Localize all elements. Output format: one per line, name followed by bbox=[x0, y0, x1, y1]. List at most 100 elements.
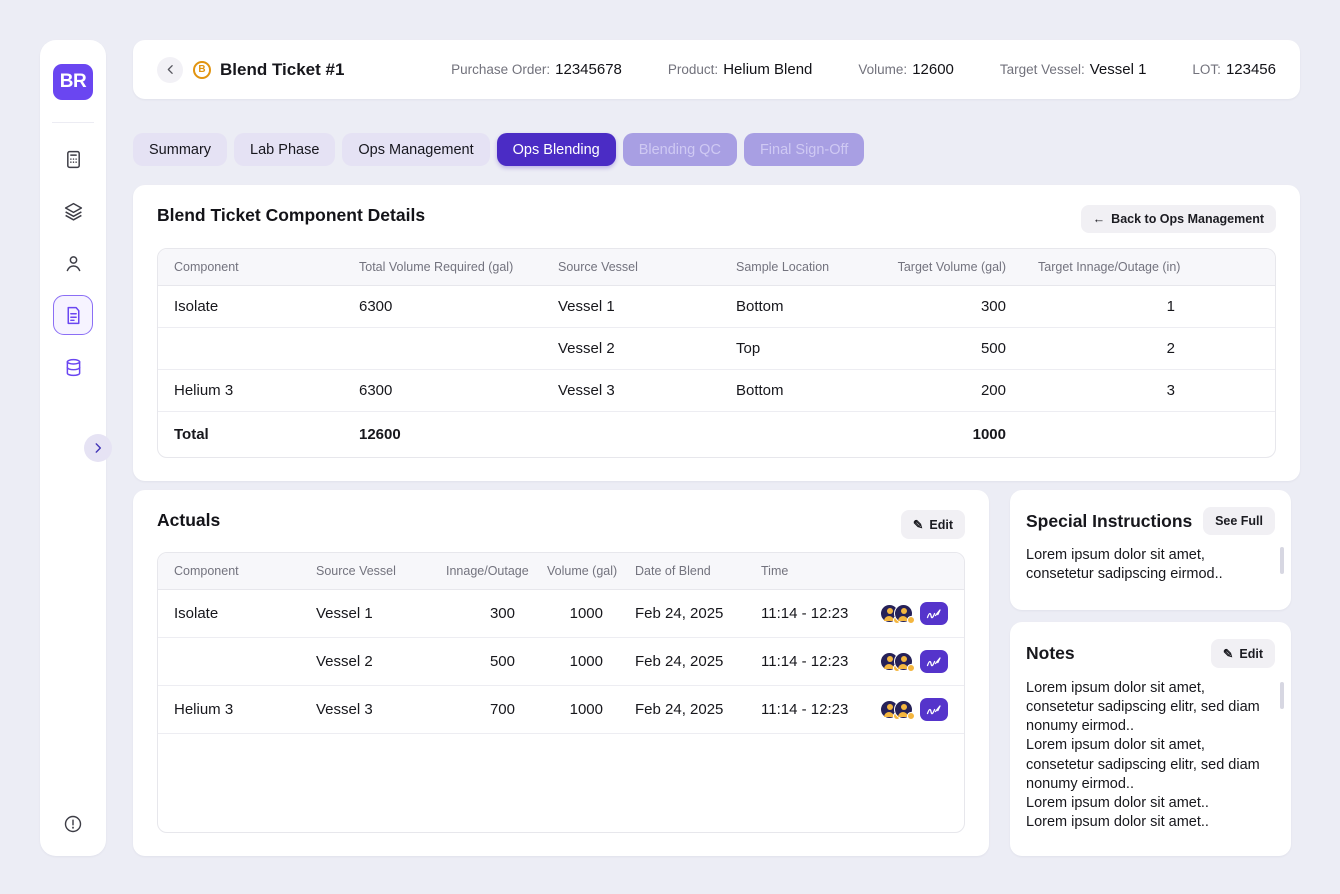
scrollbar-thumb[interactable] bbox=[1280, 682, 1284, 709]
field-value: Helium Blend bbox=[723, 61, 812, 78]
tab-blending-qc: Blending QC bbox=[623, 133, 737, 166]
notes-edit-button[interactable]: ✎ Edit bbox=[1211, 639, 1275, 668]
cell-component: Helium 3 bbox=[158, 686, 300, 734]
scrollbar-thumb[interactable] bbox=[1280, 547, 1284, 574]
component-details-title: Blend Ticket Component Details bbox=[157, 205, 425, 226]
tab-final-sign-off: Final Sign-Off bbox=[744, 133, 864, 166]
sidebar-item-user[interactable] bbox=[53, 243, 93, 283]
see-full-button[interactable]: See Full bbox=[1203, 507, 1275, 535]
table-header-row: Component Total Volume Required (gal) So… bbox=[158, 249, 1275, 286]
signature-icon bbox=[926, 608, 942, 620]
signature-button[interactable] bbox=[920, 602, 948, 625]
column-header: Target Volume (gal) bbox=[880, 249, 1022, 286]
avatar-badge bbox=[907, 664, 915, 672]
signature-icon bbox=[926, 704, 942, 716]
cell-sample-location: Top bbox=[720, 328, 880, 370]
field-label: Product: bbox=[668, 62, 718, 77]
cell-source-vessel: Vessel 1 bbox=[542, 286, 720, 328]
user-avatar[interactable] bbox=[894, 652, 913, 671]
user-avatar[interactable] bbox=[894, 700, 913, 719]
cell-date: Feb 24, 2025 bbox=[619, 638, 745, 686]
column-header: Target Innage/Outage (in) bbox=[1022, 249, 1275, 286]
table-row: Isolate 6300 Vessel 1 Bottom 300 1 bbox=[158, 286, 1275, 328]
cell-target-volume: 300 bbox=[880, 286, 1022, 328]
cell-target-volume: 200 bbox=[880, 370, 1022, 412]
blend-status-icon: B bbox=[193, 61, 211, 79]
column-header: Innage/Outage (in) bbox=[430, 553, 531, 590]
notes-card: Notes ✎ Edit Lorem ipsum dolor sit amet,… bbox=[1010, 622, 1291, 856]
user-icon bbox=[63, 253, 84, 274]
row-actions bbox=[871, 698, 948, 721]
sidebar-help[interactable] bbox=[40, 814, 106, 834]
cell-sample-location: Bottom bbox=[720, 286, 880, 328]
note-paragraph: Lorem ipsum dolor sit amet.. bbox=[1026, 813, 1263, 832]
header-bar: B Blend Ticket #1 Purchase Order:1234567… bbox=[133, 40, 1300, 99]
alert-circle-icon bbox=[63, 814, 83, 834]
cell-source-vessel: Vessel 2 bbox=[300, 638, 430, 686]
field-value: 12345678 bbox=[555, 61, 622, 78]
sidebar-divider bbox=[52, 122, 94, 123]
header-fields: Purchase Order: 12345678 Product: Helium B… bbox=[344, 61, 1276, 79]
tab-ops-management[interactable]: Ops Management bbox=[342, 133, 489, 166]
back-to-ops-label: Back to Ops Management bbox=[1111, 212, 1264, 226]
column-header: Component bbox=[158, 553, 300, 590]
cell-component: Helium 3 bbox=[158, 370, 343, 412]
signer-avatars bbox=[880, 604, 913, 623]
signature-button[interactable] bbox=[920, 650, 948, 673]
cell-component: Isolate bbox=[158, 590, 300, 638]
signature-button[interactable] bbox=[920, 698, 948, 721]
column-header: Sample Location bbox=[720, 249, 880, 286]
vessel-icon bbox=[63, 357, 84, 378]
blend-ticket-icon bbox=[63, 305, 84, 326]
cell-target-innage: 1 bbox=[1022, 286, 1275, 328]
actuals-edit-button[interactable]: ✎ Edit bbox=[901, 510, 965, 539]
cell-time: 11:14 - 12:23 bbox=[745, 590, 855, 638]
field-label: LOT: bbox=[1192, 62, 1221, 77]
cell-date: Feb 24, 2025 bbox=[619, 686, 745, 734]
cell-empty bbox=[1022, 412, 1275, 458]
field-value: 12600 bbox=[912, 61, 954, 78]
cell-target-volume-total: 1000 bbox=[880, 412, 1022, 458]
special-instructions-card: Special Instructions See Full Lorem ipsu… bbox=[1010, 490, 1291, 610]
sidebar-item-blend-ticket[interactable] bbox=[53, 295, 93, 335]
cell-component: Isolate bbox=[158, 286, 343, 328]
tab-lab-phase[interactable]: Lab Phase bbox=[234, 133, 335, 166]
sidebar-item-vessel[interactable] bbox=[53, 347, 93, 387]
column-header: Volume (gal) bbox=[531, 553, 619, 590]
column-header: Source Vessel bbox=[300, 553, 430, 590]
edit-label: Edit bbox=[929, 518, 953, 532]
tab-summary[interactable]: Summary bbox=[133, 133, 227, 166]
back-button[interactable] bbox=[157, 57, 183, 83]
component-details-card: Blend Ticket Component Details ← Back to… bbox=[133, 185, 1300, 481]
table-row: Helium 3 Vessel 3 700 1000 Feb 24, 2025 … bbox=[158, 686, 964, 734]
back-to-ops-management-button[interactable]: ← Back to Ops Management bbox=[1081, 205, 1276, 233]
edit-icon: ✎ bbox=[913, 517, 923, 532]
phase-tabs: Summary Lab Phase Ops Management Ops Ble… bbox=[133, 133, 864, 166]
brand-logo[interactable]: BR bbox=[53, 64, 93, 100]
cell-source-vessel: Vessel 1 bbox=[300, 590, 430, 638]
cell-target-innage: 3 bbox=[1022, 370, 1275, 412]
arrow-left-icon: ← bbox=[1093, 212, 1106, 226]
sidebar-item-layers[interactable] bbox=[53, 191, 93, 231]
cell-time: 11:14 - 12:23 bbox=[745, 638, 855, 686]
user-avatar[interactable] bbox=[894, 604, 913, 623]
notes-text: Lorem ipsum dolor sit amet, consetetur s… bbox=[1026, 679, 1275, 832]
edit-icon: ✎ bbox=[1223, 646, 1233, 661]
row-actions bbox=[871, 602, 948, 625]
field-label: Volume: bbox=[858, 62, 907, 77]
table-row: Vessel 2 Top 500 2 bbox=[158, 328, 1275, 370]
field-label: Purchase Order: bbox=[451, 62, 550, 77]
cell-sample-location: Bottom bbox=[720, 370, 880, 412]
sidebar-expand-button[interactable] bbox=[84, 434, 112, 462]
cell-innage: 700 bbox=[430, 686, 531, 734]
app-window: BR bbox=[0, 0, 1340, 894]
row-actions bbox=[871, 650, 948, 673]
calculator-icon bbox=[63, 149, 84, 170]
column-header: Total Volume Required (gal) bbox=[343, 249, 542, 286]
special-instructions-text: Lorem ipsum dolor sit amet, consetetur s… bbox=[1026, 546, 1275, 584]
field-value: 123456 bbox=[1226, 61, 1276, 78]
actuals-table: Component Source Vessel Innage/Outage (i… bbox=[157, 552, 965, 833]
note-paragraph: Lorem ipsum dolor sit amet, consetetur s… bbox=[1026, 736, 1263, 793]
tab-ops-blending[interactable]: Ops Blending bbox=[497, 133, 616, 166]
sidebar-item-calculator[interactable] bbox=[53, 139, 93, 179]
